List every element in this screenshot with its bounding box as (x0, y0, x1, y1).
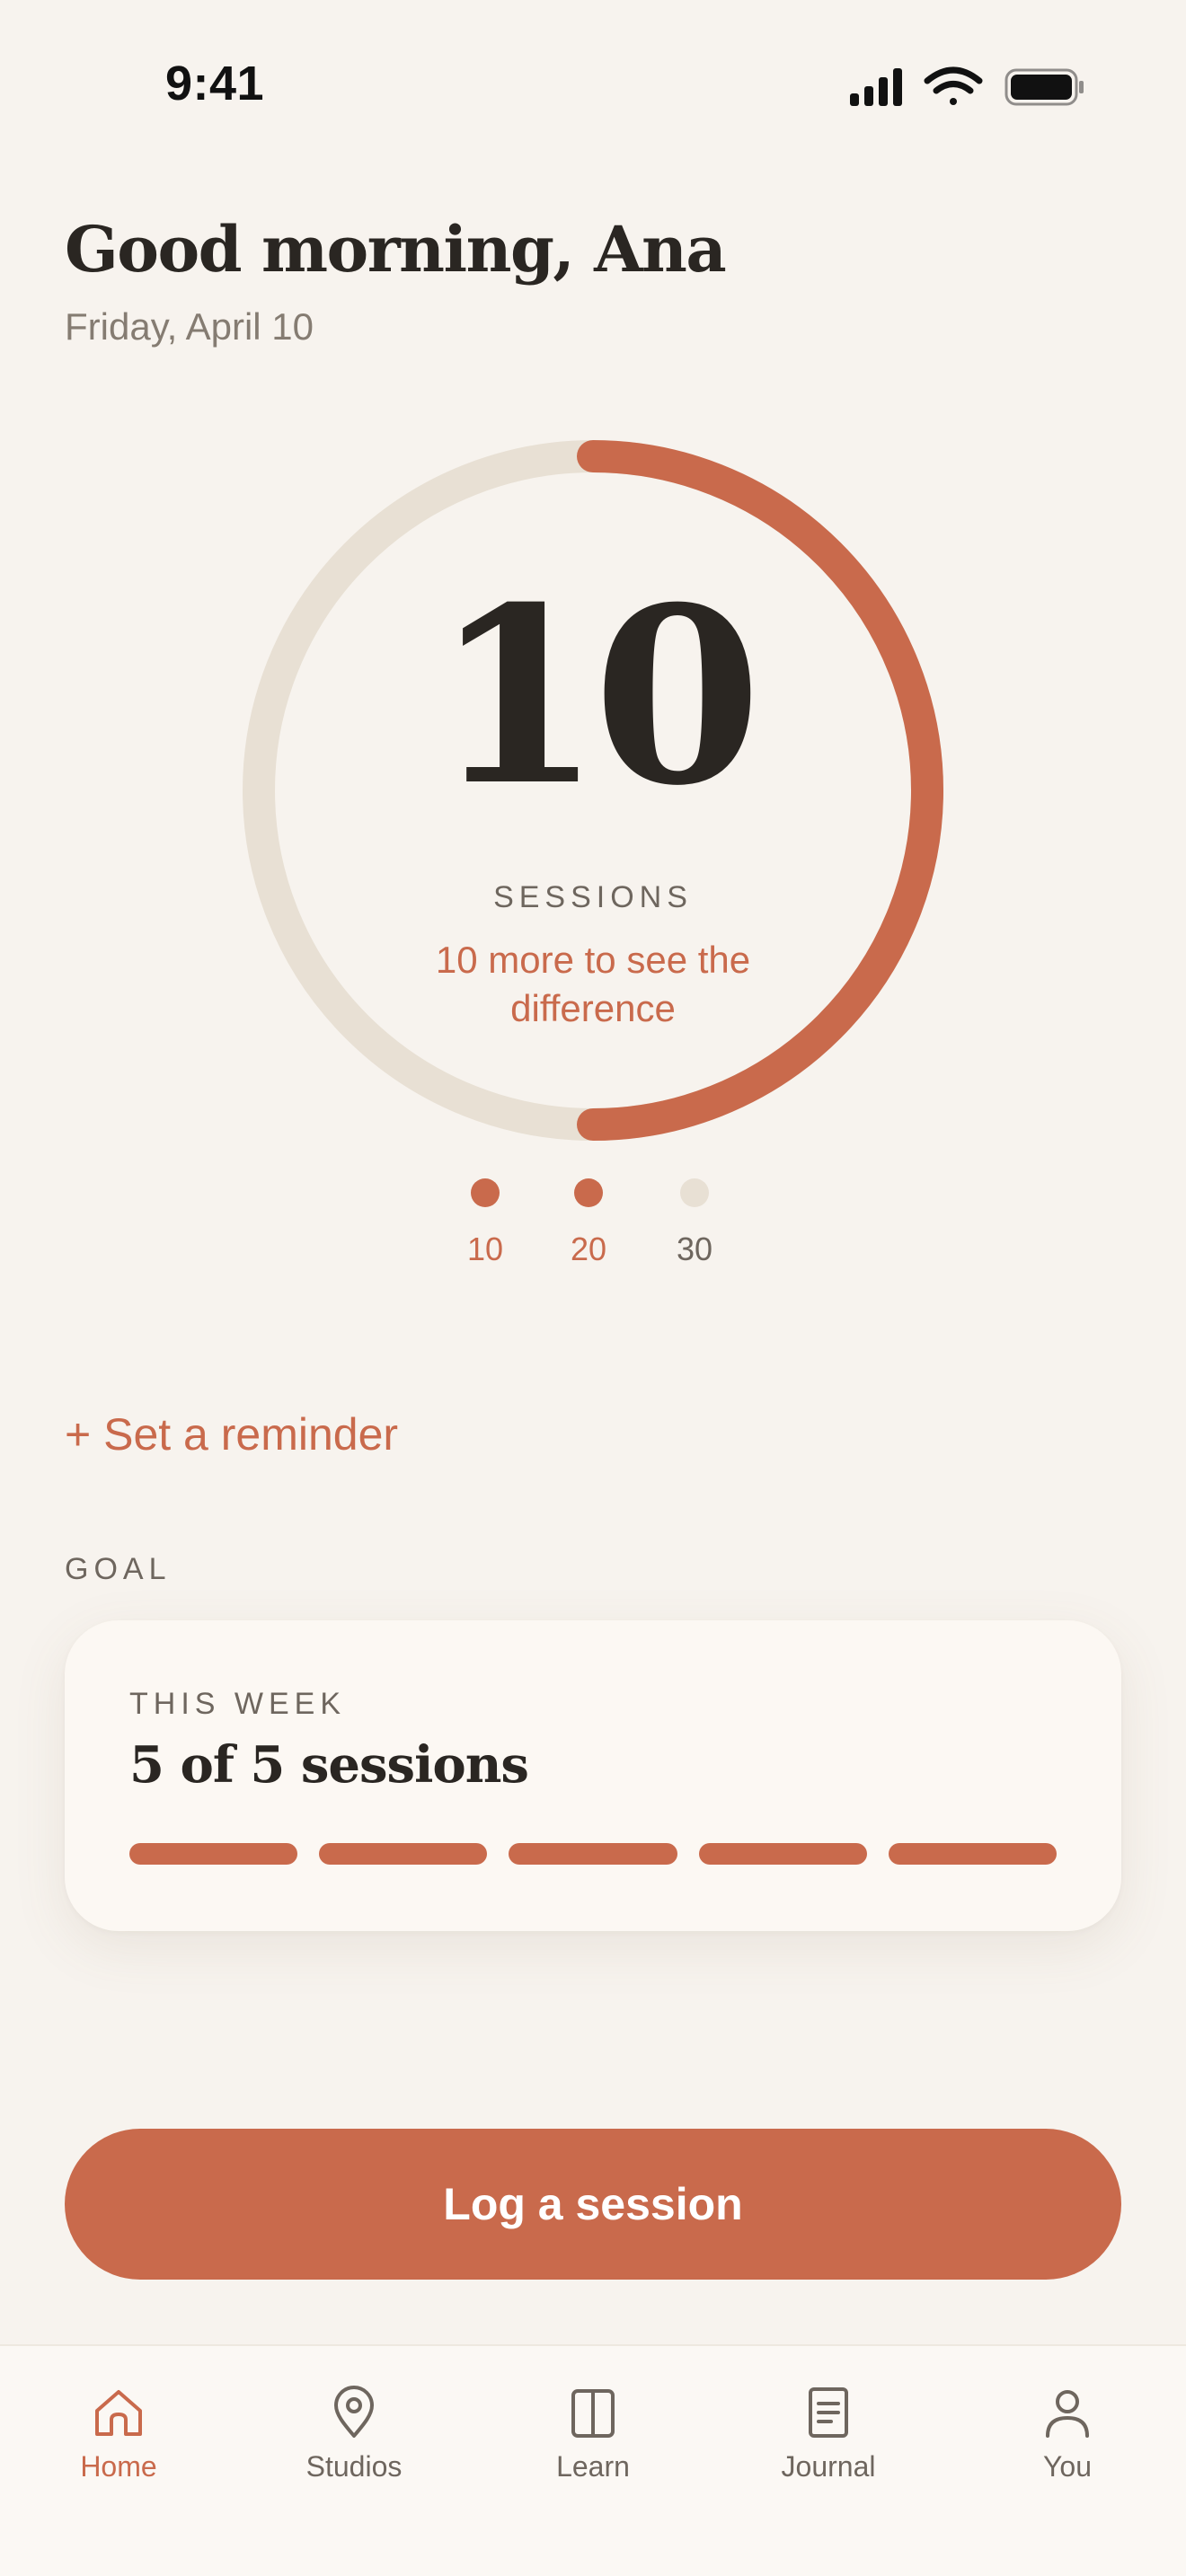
tab-label: Home (80, 2450, 157, 2483)
goal-segment (509, 1843, 677, 1865)
tab-learn[interactable]: Learn (503, 2384, 683, 2483)
home-screen: 9:41 Good morning, Ana Friday, April 10 (0, 0, 1186, 2576)
tab-label: Learn (556, 2450, 630, 2483)
milestone-30: 30 (641, 1178, 748, 1268)
tab-label: Journal (781, 2450, 876, 2483)
book-icon (571, 2389, 615, 2438)
date-label: Friday, April 10 (65, 305, 314, 348)
set-reminder-link[interactable]: + Set a reminder (65, 1408, 398, 1460)
goal-period-label: THIS WEEK (129, 1687, 347, 1721)
goal-progress-segments (129, 1843, 1058, 1865)
tab-label: Studios (305, 2450, 403, 2483)
milestone-10: 10 (431, 1178, 539, 1268)
tab-label: You (1043, 2450, 1092, 2483)
log-session-button[interactable]: Log a session (65, 2129, 1121, 2280)
goal-segment (698, 1843, 867, 1865)
goal-summary: 5 of 5 sessions (129, 1735, 529, 1795)
milestone-dot (574, 1178, 603, 1207)
tab-studios[interactable]: Studios (264, 2384, 444, 2483)
sessions-count: 10 (433, 553, 762, 839)
milestone-indicators: 10 20 30 (431, 1178, 755, 1277)
journal-icon (809, 2387, 848, 2438)
sessions-encouragement: 10 more to see the difference (435, 939, 751, 1029)
person-icon (1046, 2390, 1089, 2438)
location-pin-icon (334, 2386, 374, 2438)
home-icon (95, 2390, 142, 2436)
milestone-label: 10 (466, 1231, 504, 1267)
battery-icon (1005, 68, 1084, 106)
wifi-icon (924, 66, 983, 105)
cellular-signal-icon (850, 68, 902, 106)
tab-journal[interactable]: Journal (739, 2384, 918, 2483)
tab-bar: Home Studios Learn Journal You (0, 2344, 1186, 2576)
status-time: 9:41 (165, 57, 265, 110)
goal-segment (129, 1843, 298, 1865)
greeting-title: Good morning, Ana (65, 212, 727, 287)
goal-segment (888, 1843, 1058, 1865)
weekly-goal-card[interactable]: THIS WEEK 5 of 5 sessions (65, 1620, 1121, 1931)
tab-home[interactable]: Home (29, 2384, 208, 2483)
status-icons (845, 65, 1087, 110)
goal-segment (319, 1843, 488, 1865)
sessions-label: SESSIONS (493, 880, 693, 914)
milestone-dot (471, 1178, 500, 1207)
milestone-label: 20 (570, 1231, 607, 1267)
tab-you[interactable]: You (978, 2384, 1157, 2483)
milestone-label: 30 (676, 1231, 713, 1267)
goal-section-label: GOAL (65, 1552, 172, 1586)
milestone-dot (680, 1178, 709, 1207)
milestone-20: 20 (535, 1178, 642, 1268)
